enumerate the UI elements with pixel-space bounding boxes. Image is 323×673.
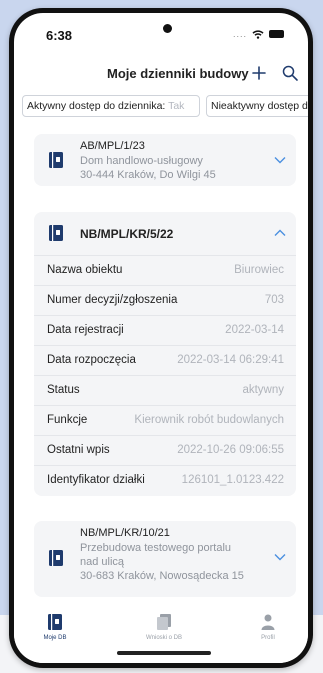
diary-name-cont: nad ulicą (80, 556, 125, 568)
wifi-icon (252, 29, 264, 39)
diary-card-expanded[interactable]: NB/MPL/KR/5/22 Nazwa obiektu Biurowiec N… (34, 212, 296, 496)
detail-label: Data rejestracji (47, 324, 124, 336)
chevron-down-icon[interactable] (274, 553, 286, 561)
status-icons: .... (233, 29, 284, 39)
diary-code: AB/MPL/1/23 (80, 140, 145, 152)
diary-book-icon (49, 550, 63, 566)
user-icon (261, 614, 275, 630)
detail-label: Nazwa obiektu (47, 264, 123, 276)
detail-value: Biurowiec (234, 264, 284, 276)
diary-book-icon (49, 225, 63, 241)
diary-card[interactable]: NB/MPL/KR/10/21 Przebudowa testowego por… (34, 521, 296, 597)
filter-inactive-label: Nieaktywny dostęp d (211, 100, 308, 112)
detail-row: Nazwa obiektu Biurowiec (34, 255, 296, 285)
detail-label: Identyfikator działki (47, 474, 145, 486)
detail-value: 2022-03-14 (225, 324, 284, 336)
filter-active-access[interactable]: Aktywny dostęp do dziennika: Tak (22, 95, 200, 117)
detail-value: 2022-10-26 09:06:55 (177, 444, 284, 456)
filter-bar: Aktywny dostęp do dziennika: Tak Nieakty… (22, 95, 308, 117)
diary-address: 30-444 Kraków, Do Wilgi 45 (80, 169, 216, 181)
tab-label: Wnioski o DB (145, 635, 182, 641)
detail-label: Ostatni wpis (47, 444, 110, 456)
detail-row: Identyfikator działki 126101_1.0123.422 (34, 465, 296, 495)
detail-label: Funkcje (47, 414, 88, 426)
diary-name: Przebudowa testowego portalu (80, 542, 232, 554)
tab-moje-db[interactable]: Moje DB (25, 613, 85, 641)
detail-value: 703 (264, 294, 284, 306)
chevron-up-icon[interactable] (274, 229, 286, 237)
tab-label: Moje DB (43, 635, 67, 641)
app-screen: 6:38 .... Moje dzienniki budowy Aktywny … (14, 13, 308, 663)
detail-row: Ostatni wpis 2022-10-26 09:06:55 (34, 435, 296, 465)
detail-value: aktywny (242, 384, 284, 396)
status-time: 6:38 (46, 28, 73, 43)
page-title: Moje dzienniki budowy (107, 66, 249, 81)
app-header: Moje dzienniki budowy (14, 63, 308, 87)
detail-value: 2022-03-14 06:29:41 (177, 354, 284, 366)
tab-profil[interactable]: Profil (238, 613, 298, 641)
diary-code: NB/MPL/KR/5/22 (80, 227, 174, 241)
plus-icon[interactable] (250, 64, 268, 82)
tab-label: Profil (261, 635, 275, 641)
home-indicator (117, 651, 211, 655)
detail-label: Data rozpoczęcia (47, 354, 136, 366)
diary-address: 30-683 Kraków, Nowosądecka 15 (80, 570, 244, 582)
battery-icon (269, 30, 284, 38)
diary-book-icon (49, 152, 63, 168)
filter-inactive-access[interactable]: Nieaktywny dostęp d (206, 95, 308, 117)
detail-value: Kierownik robót budowlanych (134, 414, 284, 426)
diary-book-icon (48, 614, 62, 630)
phone-frame: 6:38 .... Moje dzienniki budowy Aktywny … (9, 8, 313, 668)
status-bar: 6:38 .... (14, 26, 308, 46)
detail-value: 126101_1.0123.422 (181, 474, 284, 486)
diary-name: Dom handlowo-usługowy (80, 155, 203, 167)
tab-wnioski-o-db[interactable]: Wnioski o DB (134, 613, 194, 641)
documents-icon (157, 614, 171, 630)
search-icon[interactable] (281, 64, 299, 82)
detail-row: Status aktywny (34, 375, 296, 405)
filter-active-label: Aktywny dostęp do dziennika: (27, 100, 166, 112)
detail-label: Numer decyzji/zgłoszenia (47, 294, 178, 306)
detail-row: Data rozpoczęcia 2022-03-14 06:29:41 (34, 345, 296, 375)
detail-row: Data rejestracji 2022-03-14 (34, 315, 296, 345)
diary-card[interactable]: AB/MPL/1/23 Dom handlowo-usługowy 30-444… (34, 134, 296, 186)
filter-active-placeholder: Tak (168, 100, 185, 112)
bottom-tab-bar: Moje DB Wnioski o DB Profil (14, 601, 308, 663)
chevron-down-icon[interactable] (274, 156, 286, 164)
detail-row: Numer decyzji/zgłoszenia 703 (34, 285, 296, 315)
signal-dots-icon: .... (232, 29, 247, 39)
detail-label: Status (47, 384, 80, 396)
detail-row: Funkcje Kierownik robót budowlanych (34, 405, 296, 435)
diary-code: NB/MPL/KR/10/21 (80, 527, 170, 539)
